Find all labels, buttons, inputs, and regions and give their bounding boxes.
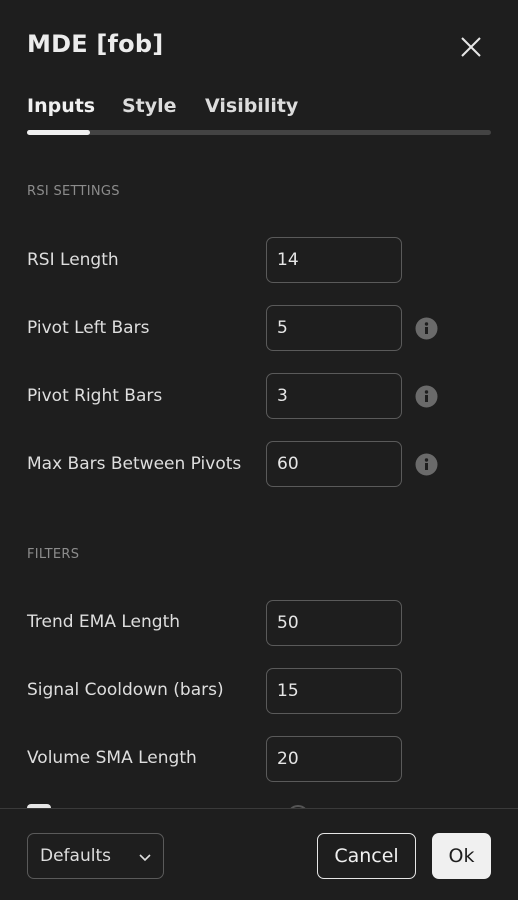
max-bars-between-pivots-label: Max Bars Between Pivots <box>27 454 242 474</box>
pivot-left-bars-label: Pivot Left Bars <box>27 318 150 338</box>
pivot-right-bars-input[interactable] <box>266 373 402 419</box>
section-label-filters: FILTERS <box>27 547 80 562</box>
signal-cooldown-input[interactable] <box>266 668 402 714</box>
rsi-length-input[interactable] <box>266 237 402 283</box>
signal-cooldown-label: Signal Cooldown (bars) <box>27 680 224 700</box>
cancel-button[interactable]: Cancel <box>317 833 416 879</box>
settings-dialog: MDE [fob] Inputs Style Visibility RSI SE… <box>0 0 518 900</box>
dialog-footer: Defaults Cancel Ok <box>0 808 518 900</box>
pivot-left-bars-input[interactable] <box>266 305 402 351</box>
max-bars-between-pivots-input[interactable] <box>266 441 402 487</box>
trend-ema-length-label: Trend EMA Length <box>27 612 181 632</box>
defaults-dropdown[interactable]: Defaults <box>27 833 164 879</box>
ok-button[interactable]: Ok <box>432 833 491 879</box>
section-label-rsi-settings: RSI SETTINGS <box>27 184 120 199</box>
info-icon[interactable] <box>415 317 438 340</box>
dialog-title: MDE [fob] <box>27 30 164 58</box>
tab-track <box>27 130 491 135</box>
defaults-label: Defaults <box>40 846 111 866</box>
tab-active-indicator <box>27 130 90 135</box>
tab-visibility[interactable]: Visibility <box>205 95 298 117</box>
tab-style[interactable]: Style <box>122 95 177 117</box>
chevron-down-icon <box>139 854 151 862</box>
pivot-right-bars-label: Pivot Right Bars <box>27 386 163 406</box>
close-icon <box>461 37 481 57</box>
tab-inputs[interactable]: Inputs <box>27 95 95 117</box>
info-icon[interactable] <box>415 385 438 408</box>
rsi-length-label: RSI Length <box>27 250 119 270</box>
trend-ema-length-input[interactable] <box>266 600 402 646</box>
volume-sma-length-input[interactable] <box>266 736 402 782</box>
close-button[interactable] <box>454 30 488 64</box>
volume-sma-length-label: Volume SMA Length <box>27 748 197 768</box>
info-icon[interactable] <box>415 453 438 476</box>
